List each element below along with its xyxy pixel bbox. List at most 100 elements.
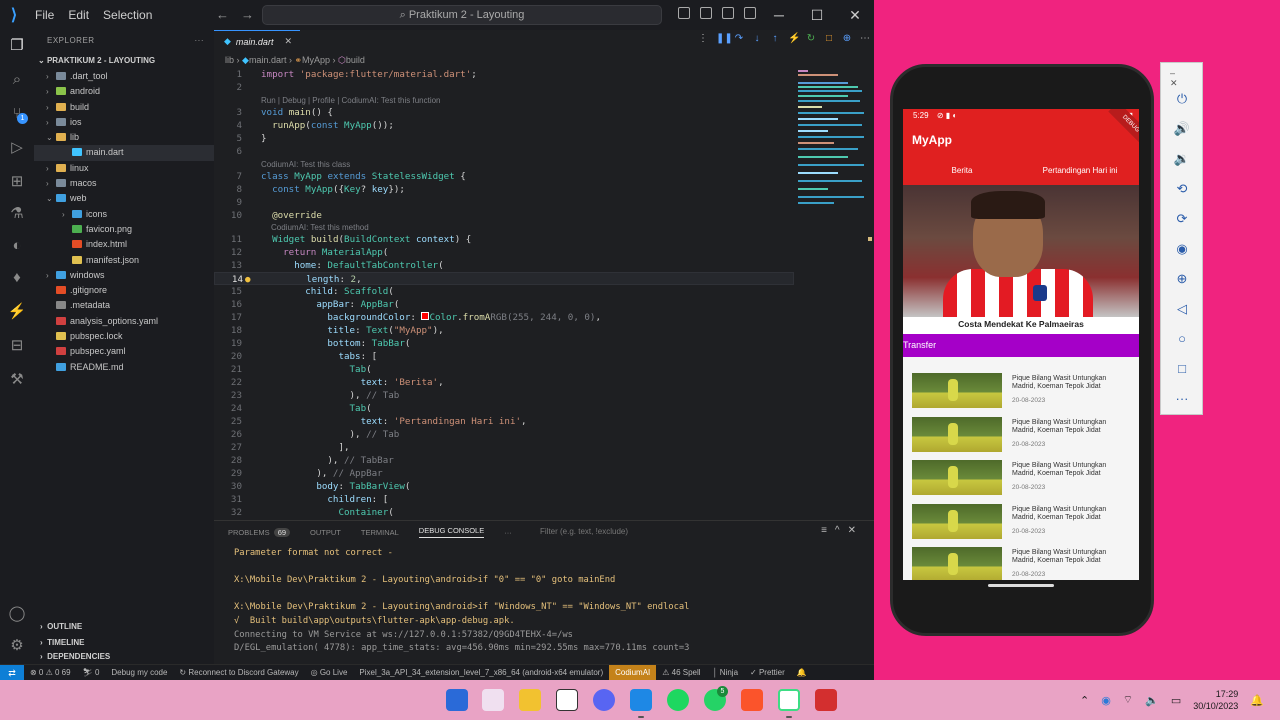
emulator-screen[interactable]: 5:29 ⊘ ▮ ◐ ▼◢▮ DEBUG MyApp Berita Pertan… (903, 109, 1139, 580)
tree-item[interactable]: main.dart (34, 145, 214, 161)
dependencies-section[interactable]: › DEPENDENCIES (34, 649, 214, 664)
notifications-icon[interactable]: 🔔 (791, 668, 813, 677)
tab-debug-console[interactable]: DEBUG CONSOLE (418, 526, 485, 538)
news-item[interactable]: Pique Bilang Wasit Untungkan Madrid, Koe… (903, 457, 1139, 501)
customize-layout-icon[interactable] (744, 7, 756, 19)
maximize-button[interactable]: ☐ (798, 0, 836, 30)
panel-more-icon[interactable]: ··· (504, 528, 512, 537)
more-icon[interactable]: ⋯ (860, 33, 870, 44)
tree-item[interactable]: › .dart_tool (34, 69, 214, 84)
toggle-secondary-sidebar-icon[interactable] (722, 7, 734, 19)
close-tab-icon[interactable]: ✕ (284, 36, 292, 47)
volume-up-icon[interactable]: 🔊 (1172, 119, 1192, 139)
pause-icon[interactable]: ❚❚ (716, 33, 733, 44)
stop-icon[interactable]: □ (824, 33, 834, 44)
breadcrumb-method[interactable]: build (346, 55, 365, 65)
news-list[interactable]: Pique Bilang Wasit Untungkan Madrid, Koe… (903, 357, 1139, 580)
notion-icon[interactable] (556, 689, 578, 711)
code-editor[interactable]: 1 import 'package:flutter/material.dart';… (214, 68, 794, 520)
tree-item[interactable]: pubspec.yaml (34, 344, 214, 359)
zoom-icon[interactable]: ⊕ (1172, 269, 1192, 289)
inspect-widget-icon[interactable]: ⊕ (842, 33, 852, 44)
spotify-icon[interactable] (667, 689, 689, 711)
menu-edit[interactable]: Edit (61, 8, 96, 22)
search-icon[interactable]: ⌕ (7, 70, 27, 90)
close-button[interactable]: ✕ (836, 0, 874, 30)
project-root[interactable]: ⌄ PRAKTIKUM 2 - LAYOUTING (34, 52, 214, 69)
tree-item[interactable]: › macos (34, 176, 214, 191)
breadcrumb-class[interactable]: MyApp (302, 55, 330, 65)
tab-output[interactable]: OUTPUT (310, 528, 341, 537)
docker-icon[interactable]: ⊟ (7, 336, 27, 356)
news-item[interactable]: Pique Bilang Wasit Untungkan Madrid, Koe… (903, 501, 1139, 545)
speaker-icon[interactable]: 🔈 (1145, 694, 1159, 707)
power-icon[interactable]: ⏻ (1172, 89, 1192, 109)
hot-restart-icon[interactable]: ↻ (806, 33, 816, 44)
extensions-icon[interactable]: ⊞ (7, 172, 27, 192)
go-live-button[interactable]: ◎ Go Live (305, 668, 354, 677)
discord-icon[interactable] (593, 689, 615, 711)
clock[interactable]: 17:29 30/10/2023 (1193, 688, 1238, 712)
nav-arrows[interactable]: ←→ (216, 7, 266, 22)
breadcrumb-file[interactable]: main.dart (249, 55, 287, 65)
tree-item[interactable]: index.html (34, 237, 214, 252)
app-tab-pertandingan[interactable]: Pertandingan Hari ini (1021, 158, 1139, 185)
tab-problems[interactable]: PROBLEMS 69 (228, 527, 291, 537)
prettier-status[interactable]: ✓ Prettier (744, 668, 791, 677)
android-emulator-icon[interactable] (778, 689, 800, 711)
flutter-icon[interactable]: ♦ (7, 268, 27, 288)
tree-item[interactable]: analysis_options.yaml (34, 314, 214, 329)
live-share-icon[interactable]: ⚡ (7, 302, 27, 322)
drag-handle-icon[interactable]: ⋮ (698, 33, 708, 44)
start-icon[interactable] (446, 689, 468, 711)
debug-console-filter-input[interactable]: Filter (e.g. text, !exclude) (540, 527, 628, 536)
rotate-left-icon[interactable]: ⟲ (1172, 179, 1192, 199)
news-item[interactable]: Pique Bilang Wasit Untungkan Madrid, Koe… (903, 370, 1139, 414)
app-tray-icon[interactable]: ◉ (1101, 694, 1111, 707)
codium-status[interactable]: CodiumAI (609, 664, 657, 680)
tree-item[interactable]: › windows (34, 268, 214, 283)
back-icon[interactable]: ◁ (1172, 299, 1192, 319)
file-explorer-icon[interactable] (519, 689, 541, 711)
toggle-sidebar-icon[interactable] (678, 7, 690, 19)
tree-item[interactable]: README.md (34, 360, 214, 375)
tab-terminal[interactable]: TERMINAL (361, 528, 399, 537)
debug-console-output[interactable]: Parameter format not correct - X:\Mobile … (234, 547, 689, 656)
tree-item[interactable]: favicon.png (34, 222, 214, 237)
testing-icon[interactable]: ⚗ (7, 204, 27, 224)
news-item[interactable]: Pique Bilang Wasit Untungkan Madrid, Koe… (903, 414, 1139, 458)
acrobat-icon[interactable] (815, 689, 837, 711)
menu-file[interactable]: File (28, 8, 61, 22)
news-item[interactable]: Pique Bilang Wasit Untungkan Madrid, Koe… (903, 544, 1139, 580)
tree-item[interactable]: pubspec.lock (34, 329, 214, 344)
outline-section[interactable]: › OUTLINE (34, 619, 214, 634)
more-icon[interactable]: ··· (1172, 389, 1192, 409)
minimap[interactable] (798, 68, 870, 208)
tree-item[interactable]: › ios (34, 115, 214, 130)
close-panel-icon[interactable]: ✕ (848, 525, 864, 536)
battery-icon[interactable]: ▭ (1171, 694, 1181, 707)
home-icon[interactable]: ○ (1172, 329, 1192, 349)
clear-console-icon[interactable]: ≡ (821, 525, 835, 536)
ports-status[interactable]: ⛷ 0 (77, 668, 106, 677)
toggle-panel-icon[interactable] (700, 7, 712, 19)
notification-bell-icon[interactable]: 🔔 (1250, 694, 1264, 707)
show-hidden-icons[interactable]: ⌃ (1080, 694, 1089, 707)
emulator-window-controls[interactable]: –✕ (1170, 68, 1202, 89)
account-icon[interactable]: ◯ (7, 604, 27, 624)
run-debug-icon[interactable]: ▷ (7, 138, 27, 158)
codium-icon[interactable]: ⚒ (7, 370, 27, 390)
spell-status[interactable]: ⚠ 46 Spell (656, 668, 706, 677)
remote-indicator-icon[interactable]: ⇄ (0, 664, 24, 680)
tree-item[interactable]: ⌄ web (34, 191, 214, 206)
remote-explorer-icon[interactable]: ◐ (7, 236, 27, 256)
gesture-nav-pill[interactable] (988, 584, 1054, 587)
vscode-icon[interactable] (630, 689, 652, 711)
command-center-search[interactable]: ⌕ Praktikum 2 - Layouting (262, 5, 662, 25)
maximize-panel-icon[interactable]: ^ (835, 525, 848, 536)
menu-selection[interactable]: Selection (96, 8, 159, 22)
tree-item[interactable]: .gitignore (34, 283, 214, 298)
hot-reload-icon[interactable]: ⚡ (788, 33, 800, 44)
debug-status[interactable]: Debug my code (105, 668, 173, 677)
app-tab-berita[interactable]: Berita (903, 158, 1021, 185)
